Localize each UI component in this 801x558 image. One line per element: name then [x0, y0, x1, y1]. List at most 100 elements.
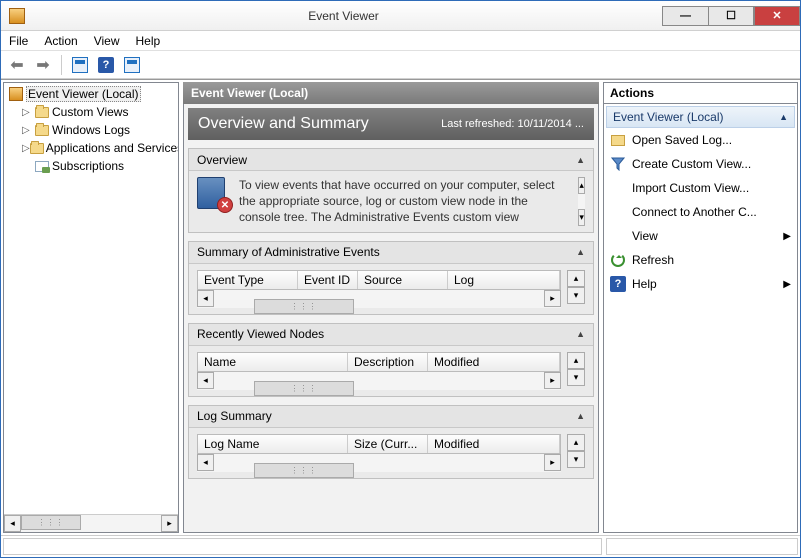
col-modified[interactable]: Modified	[428, 353, 560, 371]
section-summary: Summary of Administrative Events ▲ Event…	[188, 241, 594, 315]
col-size[interactable]: Size (Curr...	[348, 435, 428, 453]
show-hide-tree-button[interactable]	[68, 53, 92, 77]
overview-text: To view events that have occurred on you…	[239, 177, 572, 226]
col-event-type[interactable]: Event Type	[198, 271, 298, 289]
logsummary-vscrollbar[interactable]: ▴ ▾	[567, 434, 585, 472]
scroll-right-button[interactable]: ▸	[544, 454, 561, 471]
tree-item-applications[interactable]: ▷ Applications and Services Logs	[6, 139, 176, 157]
col-source[interactable]: Source	[358, 271, 448, 289]
minimize-button[interactable]: —	[662, 6, 708, 26]
action-help[interactable]: ? Help ▶	[606, 272, 795, 296]
action-open-saved-log[interactable]: Open Saved Log...	[606, 128, 795, 152]
summary-vscrollbar[interactable]: ▴ ▾	[567, 270, 585, 308]
toolbar-separator	[61, 55, 62, 75]
section-title: Recently Viewed Nodes	[197, 327, 324, 341]
scroll-down-button[interactable]: ▾	[567, 451, 585, 468]
action-import-custom-view[interactable]: Import Custom View...	[606, 176, 795, 200]
action-refresh[interactable]: Refresh	[606, 248, 795, 272]
tree-item-custom-views[interactable]: ▷ Custom Views	[6, 103, 176, 121]
show-hide-action-button[interactable]	[120, 53, 144, 77]
scroll-down-button[interactable]: ▾	[567, 369, 585, 386]
scroll-thumb[interactable]: ⋮⋮⋮	[254, 463, 354, 478]
section-log-summary: Log Summary ▲ Log Name Size (Curr... Mod…	[188, 405, 594, 479]
scroll-left-button[interactable]: ◂	[197, 290, 214, 307]
overview-vscrollbar[interactable]: ▴ ▾	[578, 177, 585, 226]
help-icon: ?	[98, 57, 114, 73]
scroll-right-button[interactable]: ▸	[544, 372, 561, 389]
action-create-custom-view[interactable]: Create Custom View...	[606, 152, 795, 176]
scroll-up-button[interactable]: ▴	[567, 270, 585, 287]
col-log[interactable]: Log	[448, 271, 560, 289]
expand-icon[interactable]: ▷	[22, 125, 34, 136]
scroll-right-button[interactable]: ▸	[161, 515, 178, 532]
tree-item-label: Subscriptions	[52, 159, 124, 173]
section-overview-header[interactable]: Overview ▲	[189, 149, 593, 171]
tree-root[interactable]: Event Viewer (Local)	[6, 85, 176, 103]
menu-file[interactable]: File	[9, 34, 28, 48]
logsummary-hscrollbar[interactable]: ◂ ⋮⋮⋮ ▸	[197, 454, 561, 472]
section-summary-header[interactable]: Summary of Administrative Events ▲	[189, 242, 593, 264]
blank-icon	[610, 204, 626, 220]
toolbar-help-button[interactable]: ?	[94, 53, 118, 77]
expand-icon[interactable]: ▷	[22, 143, 30, 154]
collapse-icon[interactable]: ▲	[576, 155, 585, 165]
menu-help[interactable]: Help	[136, 34, 161, 48]
action-view[interactable]: View ▶	[606, 224, 795, 248]
col-event-id[interactable]: Event ID	[298, 271, 358, 289]
actions-group-header[interactable]: Event Viewer (Local) ▲	[606, 106, 795, 128]
event-viewer-icon	[9, 87, 23, 101]
tree-item-subscriptions[interactable]: Subscriptions	[6, 157, 176, 175]
section-log-summary-header[interactable]: Log Summary ▲	[189, 406, 593, 428]
action-label: Connect to Another C...	[632, 205, 757, 219]
scroll-thumb[interactable]: ⋮⋮⋮	[254, 381, 354, 396]
scroll-down-button[interactable]: ▾	[578, 209, 585, 226]
action-label: Import Custom View...	[632, 181, 749, 195]
col-log-name[interactable]: Log Name	[198, 435, 348, 453]
col-description[interactable]: Description	[348, 353, 428, 371]
menu-view[interactable]: View	[94, 34, 120, 48]
tree-hscrollbar[interactable]: ◂ ⋮⋮⋮ ▸	[4, 514, 178, 532]
blank-icon	[610, 228, 626, 244]
submenu-arrow-icon: ▶	[783, 231, 791, 242]
scroll-down-button[interactable]: ▾	[567, 287, 585, 304]
collapse-icon[interactable]: ▲	[779, 112, 788, 122]
recent-vscrollbar[interactable]: ▴ ▾	[567, 352, 585, 390]
scroll-thumb[interactable]: ⋮⋮⋮	[21, 515, 81, 530]
scroll-left-button[interactable]: ◂	[197, 454, 214, 471]
close-button[interactable]: ✕	[754, 6, 800, 26]
section-title: Summary of Administrative Events	[197, 245, 380, 259]
folder-icon	[35, 107, 49, 118]
scroll-right-button[interactable]: ▸	[544, 290, 561, 307]
funnel-icon	[610, 156, 626, 172]
expand-icon[interactable]: ▷	[22, 107, 34, 118]
action-connect-another-computer[interactable]: Connect to Another C...	[606, 200, 795, 224]
overview-banner: Overview and Summary Last refreshed: 10/…	[188, 108, 594, 140]
summary-hscrollbar[interactable]: ◂ ⋮⋮⋮ ▸	[197, 290, 561, 308]
nav-forward-button[interactable]: ➡	[31, 53, 55, 77]
overview-title: Overview and Summary	[198, 115, 369, 133]
recent-hscrollbar[interactable]: ◂ ⋮⋮⋮ ▸	[197, 372, 561, 390]
scroll-up-button[interactable]: ▴	[567, 434, 585, 451]
collapse-icon[interactable]: ▲	[576, 329, 585, 339]
col-modified[interactable]: Modified	[428, 435, 560, 453]
scroll-thumb[interactable]: ⋮⋮⋮	[254, 299, 354, 314]
collapse-icon[interactable]: ▲	[576, 411, 585, 421]
tree-item-label: Applications and Services Logs	[46, 141, 178, 155]
scroll-left-button[interactable]: ◂	[4, 515, 21, 532]
scroll-left-button[interactable]: ◂	[197, 372, 214, 389]
tree-item-label: Windows Logs	[52, 123, 130, 137]
action-label: Refresh	[632, 253, 674, 267]
arrow-left-icon: ⬅	[10, 55, 23, 75]
tree-item-windows-logs[interactable]: ▷ Windows Logs	[6, 121, 176, 139]
scroll-up-button[interactable]: ▴	[567, 352, 585, 369]
maximize-button[interactable]: ☐	[708, 6, 754, 26]
scroll-up-button[interactable]: ▴	[578, 177, 585, 194]
panel-icon	[72, 57, 88, 73]
section-recent-header[interactable]: Recently Viewed Nodes ▲	[189, 324, 593, 346]
collapse-icon[interactable]: ▲	[576, 247, 585, 257]
col-name[interactable]: Name	[198, 353, 348, 371]
nav-back-button[interactable]: ⬅	[5, 53, 29, 77]
toolbar: ⬅ ➡ ?	[1, 51, 800, 79]
menu-action[interactable]: Action	[44, 34, 77, 48]
center-panel: Event Viewer (Local) Overview and Summar…	[183, 82, 599, 533]
